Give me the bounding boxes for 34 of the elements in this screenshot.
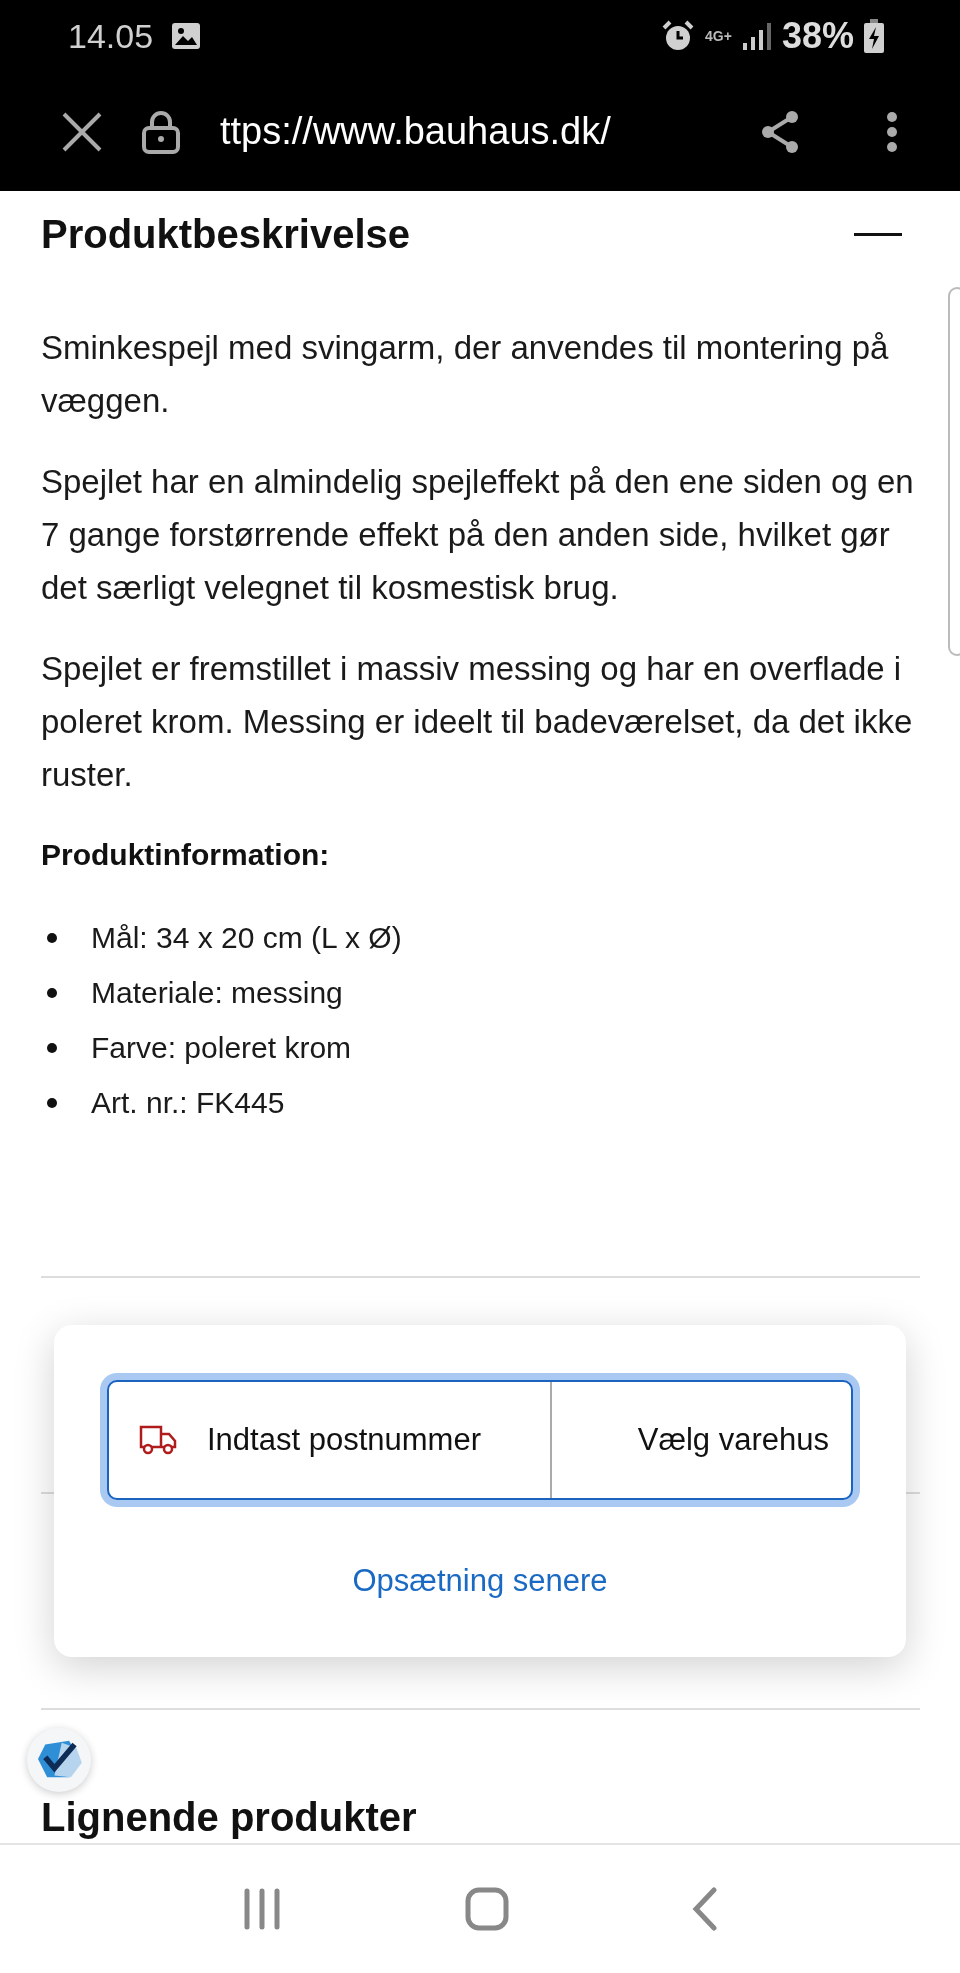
setup-later-link[interactable]: Opsætning senere bbox=[352, 1563, 608, 1599]
battery-charging-icon bbox=[864, 19, 884, 53]
image-icon bbox=[171, 22, 202, 50]
bullet bbox=[47, 932, 57, 943]
section-heading[interactable]: Lignende produkter bbox=[41, 1795, 417, 1839]
postcode-button[interactable]: Indtast postnummer bbox=[109, 1382, 552, 1498]
spec-item: Farve: poleret krom bbox=[91, 1030, 352, 1065]
url-text[interactable]: ttps://www.bauhaus.dk/ bbox=[220, 110, 720, 153]
spec-item: Materiale: messing bbox=[91, 975, 343, 1010]
close-icon[interactable] bbox=[62, 111, 102, 152]
bullet bbox=[47, 987, 57, 998]
collapse-icon[interactable] bbox=[854, 232, 902, 237]
check-badge-icon[interactable] bbox=[27, 1728, 91, 1792]
bullet bbox=[47, 1042, 57, 1053]
description-paragraph: Spejlet er fremstillet i massiv messing og har en overflade i poleret krom. Messing er ideelt til badeværelset, da det ikke ruster. bbox=[41, 649, 914, 795]
alarm-icon bbox=[661, 19, 696, 53]
spec-item: Art. nr.: FK445 bbox=[91, 1085, 285, 1120]
lock-icon bbox=[142, 109, 180, 154]
status-time: 14.05 bbox=[68, 16, 154, 56]
store-button[interactable]: Vælg varehus bbox=[552, 1382, 851, 1498]
signal-icon bbox=[741, 21, 772, 51]
description-paragraph: Spejlet har en almindelig spejleffekt på den ene siden og en 7 gange forstørrende effekt på den anden side, hvilket gør det særligt velegnet til kosmestisk brug. bbox=[41, 462, 915, 608]
more-options-icon[interactable] bbox=[886, 111, 898, 152]
description-paragraph: Sminkespejl med svingarm, der anvendes til montering på væggen. bbox=[41, 328, 890, 421]
info-heading: Produktinformation: bbox=[41, 837, 331, 873]
share-icon[interactable] bbox=[760, 109, 800, 154]
spec-item: Mål: 34 x 20 cm (L x Ø) bbox=[91, 920, 402, 955]
section-heading: Produktbeskrivelse bbox=[41, 211, 411, 258]
battery-percent: 38% bbox=[781, 15, 854, 57]
bullet bbox=[47, 1097, 57, 1108]
truck-icon bbox=[139, 1425, 177, 1455]
back-icon[interactable] bbox=[692, 1887, 719, 1931]
home-icon[interactable] bbox=[465, 1887, 509, 1931]
network-type: 4G+ bbox=[705, 28, 732, 44]
